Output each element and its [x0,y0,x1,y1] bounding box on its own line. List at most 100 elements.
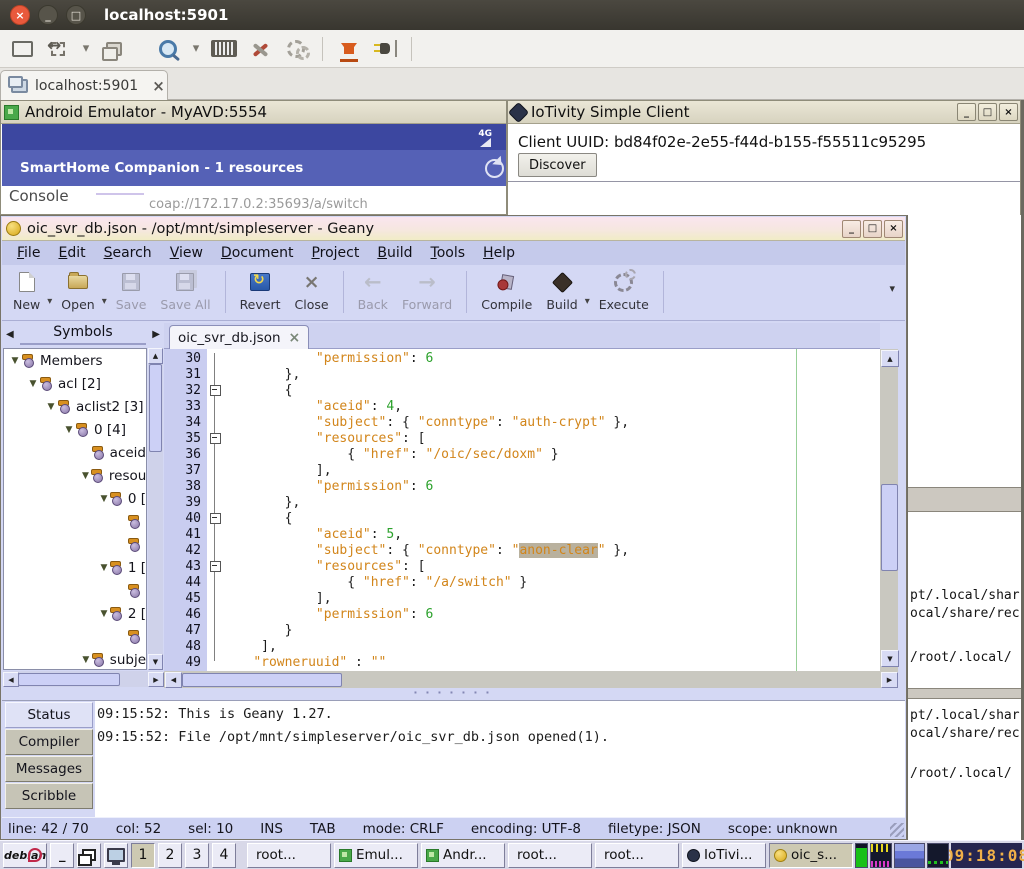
copy-icon[interactable] [99,34,129,64]
workspace-4[interactable]: 4 [212,843,236,868]
window-resize-grip[interactable] [890,823,904,837]
zoom-icon[interactable] [153,34,183,64]
expander-icon[interactable]: ▼ [100,563,108,573]
debian-menu-button[interactable]: debian [3,843,47,868]
expander-icon[interactable]: ▼ [64,425,74,435]
resource-url[interactable]: coap://172.17.0.2:35693/a/switch [149,197,368,212]
editor-horizontal-scrollbar[interactable]: ◀▶ [164,671,898,688]
expander-icon[interactable]: ▼ [82,655,90,665]
scroll-up-icon[interactable]: ▲ [881,350,899,367]
iconify-all-button[interactable]: _ [50,843,74,868]
tree-item-aclist2-3-[interactable]: ▼aclist2 [3] [4,395,146,418]
toolbar-overflow-icon[interactable]: ▾ [889,268,895,295]
menu-document[interactable]: Document [212,243,303,263]
tree-item-members[interactable]: ▼Members [4,349,146,372]
download-icon[interactable] [334,34,364,64]
expander-icon[interactable]: ▼ [82,471,89,481]
menu-view[interactable]: View [161,243,212,263]
expander-icon[interactable]: ▼ [100,609,108,619]
menu-file[interactable]: File [8,243,49,263]
tree-item-2-[interactable]: ▼2 [ [4,602,146,625]
back-button[interactable]: ←Back [351,268,395,314]
workspace-2[interactable]: 2 [158,843,182,868]
menu-build[interactable]: Build [368,243,421,263]
close-button[interactable]: ×Close [288,268,336,314]
fold-collapse-icon[interactable] [210,513,221,524]
task-button-oics[interactable]: oic_s... [769,843,853,868]
save-all-button[interactable]: Save All [153,268,217,314]
gears-icon[interactable] [281,34,311,64]
notebook-left-icon[interactable]: ◀ [2,329,18,340]
editor-tab[interactable]: oic_svr_db.json × [169,325,309,350]
tab-symbols[interactable]: Symbols [20,324,147,345]
discover-button[interactable]: Discover [518,153,597,177]
editor-vertical-scrollbar[interactable]: ▲▼ [880,349,898,671]
tree-item-resou[interactable]: ▼resou [4,464,146,487]
build-button[interactable]: Build [539,268,584,314]
scroll-right-icon[interactable]: ▶ [148,672,164,687]
scroll-left-icon[interactable]: ◀ [165,672,182,688]
new-button[interactable]: New [6,268,47,314]
fold-collapse-icon[interactable] [210,385,221,396]
maximize-button[interactable]: □ [978,103,997,121]
chevron-icon[interactable]: ▾ [189,34,203,64]
notebook-right-icon[interactable]: ▶ [148,329,164,340]
refresh-icon[interactable] [485,159,504,178]
tab-close-icon[interactable]: × [289,330,301,346]
message-tab-status[interactable]: Status [5,702,93,728]
window-maximize-icon[interactable]: □ [66,5,86,25]
minimize-button[interactable]: _ [957,103,976,121]
compile-button[interactable]: Compile [474,268,539,314]
workspace-1[interactable]: 1 [131,843,155,868]
vnc-connection-tab[interactable]: localhost:5901 × [0,70,168,100]
scroll-thumb[interactable] [881,484,898,571]
keyboard-icon[interactable] [209,34,239,64]
tree-item-0-4-[interactable]: ▼0 [4] [4,418,146,441]
minimize-button[interactable]: _ [842,220,861,238]
chevron-icon[interactable]: ▾ [79,34,93,64]
expander-icon[interactable]: ▼ [46,402,56,412]
scroll-down-icon[interactable]: ▼ [148,654,163,670]
expander-icon[interactable]: ▼ [28,379,38,389]
task-button-root[interactable]: root... [247,843,331,868]
scroll-down-icon[interactable]: ▼ [881,650,899,667]
task-button-root[interactable]: root... [508,843,592,868]
fold-collapse-icon[interactable] [210,433,221,444]
scroll-thumb[interactable] [182,673,342,687]
sidebar-horizontal-scrollbar[interactable]: ◀▶ [3,671,163,687]
task-button-andr[interactable]: Andr... [421,843,505,868]
tree-item[interactable] [4,579,146,602]
menu-help[interactable]: Help [474,243,524,263]
show-desktop-button[interactable] [104,843,128,868]
dropdown-chevron-icon[interactable]: ▾ [585,282,592,307]
dropdown-chevron-icon[interactable]: ▾ [47,282,54,307]
plug-icon[interactable] [370,34,400,64]
execute-button[interactable]: Execute [592,268,656,314]
tree-item-acl-2-[interactable]: ▼acl [2] [4,372,146,395]
fold-margin[interactable] [207,349,222,671]
scroll-up-icon[interactable]: ▲ [148,348,163,364]
fold-collapse-icon[interactable] [210,561,221,572]
close-button[interactable]: × [884,220,903,238]
sidebar-vertical-scrollbar[interactable]: ▲▼ [148,348,163,670]
menu-tools[interactable]: Tools [422,243,475,263]
task-button-iotivi[interactable]: IoTivi... [682,843,766,868]
menu-edit[interactable]: Edit [49,243,94,263]
message-tab-scribble[interactable]: Scribble [5,783,93,809]
message-tab-compiler[interactable]: Compiler [5,729,93,755]
tree-item-0-[interactable]: ▼0 [ [4,487,146,510]
forward-button[interactable]: →Forward [395,268,459,314]
iotivity-titlebar[interactable]: IoTivity Simple Client _ □ × [508,101,1020,124]
menu-search[interactable]: Search [95,243,161,263]
cascade-windows-button[interactable] [77,843,101,868]
code-editor[interactable]: 3031323334353637383940414243444546474849… [164,349,880,671]
tree-item-subje[interactable]: ▼subje [4,648,146,670]
open-button[interactable]: Open [54,268,101,314]
menu-project[interactable]: Project [302,243,368,263]
screen1-icon[interactable] [7,34,37,64]
geany-titlebar[interactable]: oic_svr_db.json - /opt/mnt/simpleserver … [2,217,905,241]
symbols-tree[interactable]: ▼Members▼acl [2]▼aclist2 [3]▼0 [4]aceid▼… [3,348,147,670]
scroll-left-icon[interactable]: ◀ [3,672,19,687]
tree-item[interactable] [4,533,146,556]
tree-item-aceid[interactable]: aceid [4,441,146,464]
